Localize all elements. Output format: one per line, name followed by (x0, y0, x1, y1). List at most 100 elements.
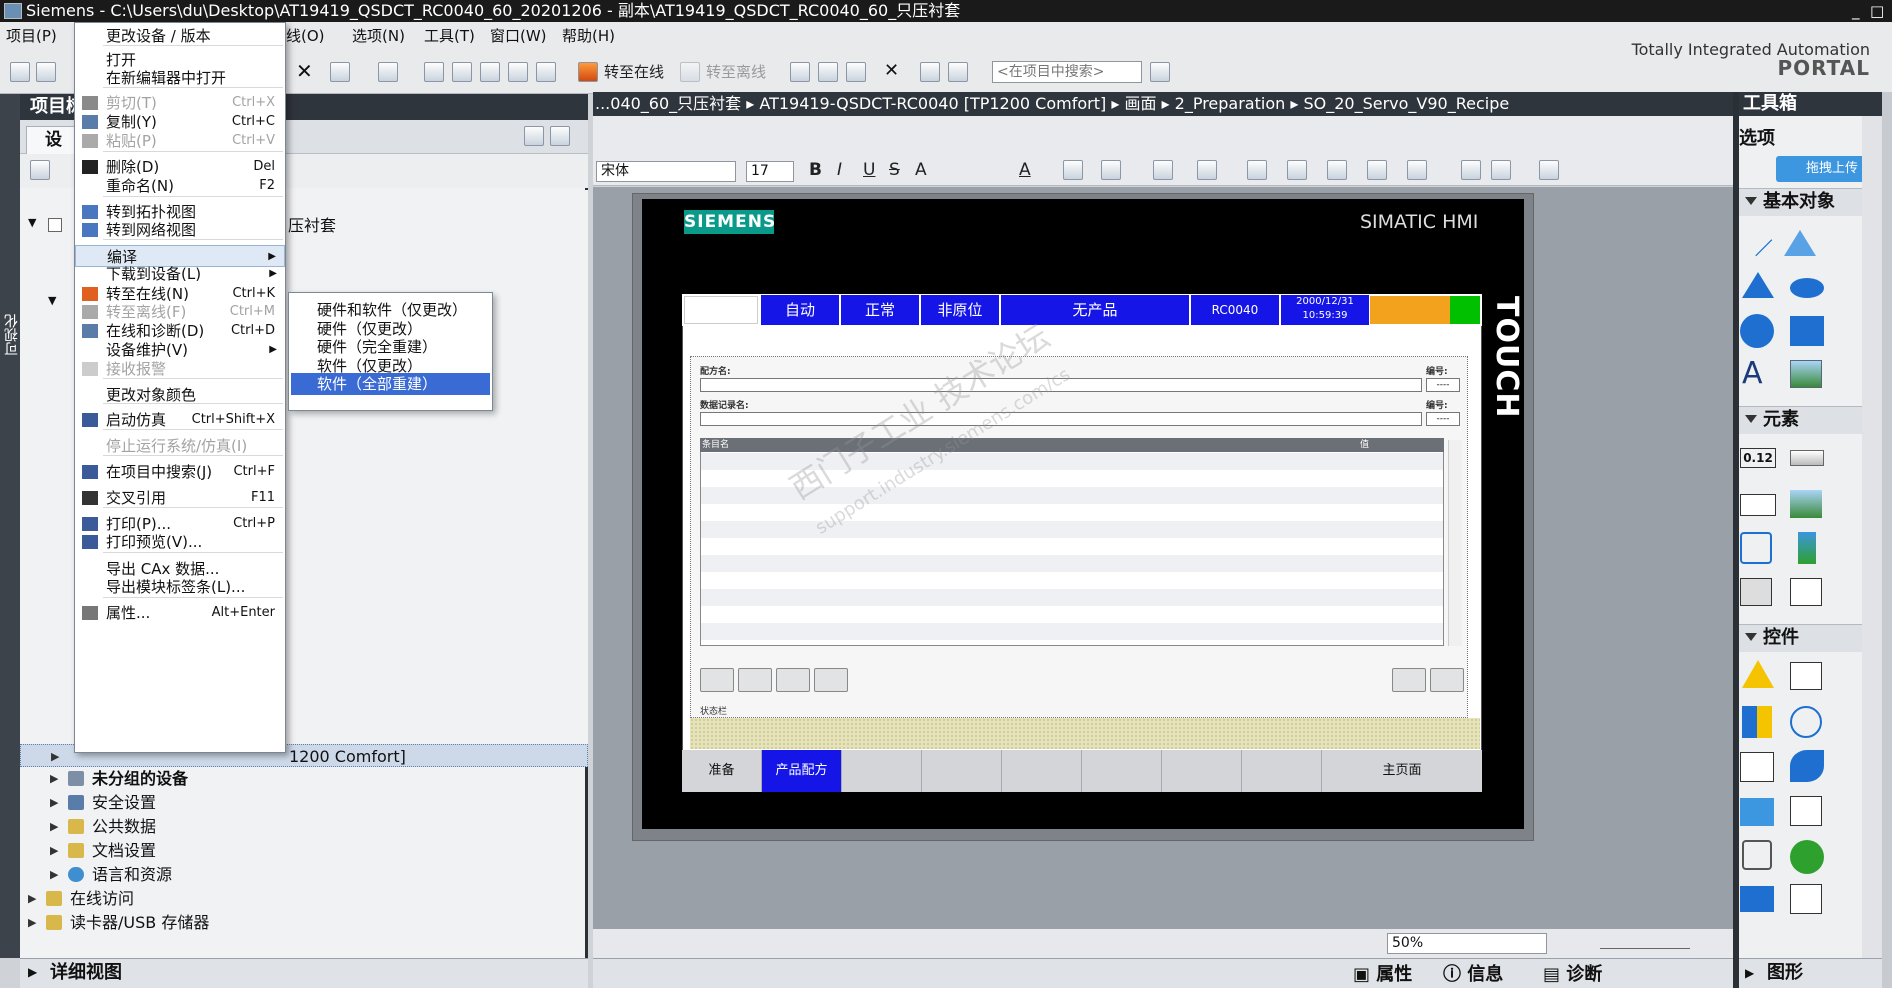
hmi-mode-auto[interactable]: 自动 (760, 294, 840, 326)
nav-preparation[interactable]: 准备 (682, 750, 762, 792)
strikethrough-icon[interactable]: S (889, 160, 900, 180)
project-search-input[interactable]: <在项目中搜索> (992, 61, 1142, 83)
go-online-button[interactable]: 转至在线 (604, 62, 664, 82)
overview-icon[interactable] (524, 126, 544, 146)
recipe-table-row[interactable] (701, 572, 1443, 589)
symbol-library-icon[interactable] (1790, 578, 1822, 606)
expand-arrow-icon[interactable]: ▶ (28, 965, 37, 979)
nav-product-recipe[interactable]: 产品配方 (762, 750, 842, 792)
download-icon[interactable] (452, 62, 472, 82)
recipe-table-row[interactable] (701, 623, 1443, 640)
zoom-select[interactable]: 50% (1387, 933, 1547, 954)
text-color-icon[interactable]: A (1019, 160, 1031, 180)
recipe-from-plc-button[interactable] (1430, 668, 1464, 692)
recipe-new-button[interactable] (700, 668, 734, 692)
bold-icon[interactable]: B (809, 160, 822, 180)
redo-icon[interactable] (378, 62, 398, 82)
media-player-icon[interactable] (1740, 798, 1774, 826)
tree-view-icon[interactable] (30, 160, 50, 180)
tree-item-doc-settings[interactable]: ▶ 文档设置 (20, 839, 588, 862)
recipe-table-row[interactable] (701, 555, 1443, 572)
menu-project[interactable]: 项目(P) (6, 22, 57, 50)
symbolic-io-icon[interactable] (1740, 494, 1776, 516)
menu-item-search-in-project[interactable]: 在项目中搜索(J) Ctrl+F (75, 461, 285, 483)
graphic-io-icon[interactable] (1790, 490, 1822, 518)
go-online-icon[interactable] (578, 62, 598, 82)
date-time-icon[interactable] (1740, 532, 1772, 564)
font-family-select[interactable]: 宋体 (596, 161, 736, 182)
zoom-slider[interactable] (1600, 939, 1690, 949)
recipe-save-button[interactable] (738, 668, 772, 692)
record-number-field[interactable]: ---- (1426, 412, 1460, 426)
fill-color-icon[interactable] (1063, 160, 1083, 180)
visualization-side-tab[interactable]: 可视化 (2, 314, 22, 356)
menu-window[interactable]: 窗口(W) (490, 22, 547, 50)
animation-icon[interactable] (1491, 160, 1511, 180)
alarm-view-icon[interactable] (1742, 660, 1774, 688)
split-horizontal-icon[interactable] (920, 62, 940, 82)
upload-button[interactable]: 拖拽上传 (1776, 156, 1876, 182)
undo-icon[interactable] (330, 62, 350, 82)
recipe-table-row[interactable] (701, 589, 1443, 606)
submenu-item-4[interactable]: 软件（全部重建） (291, 373, 490, 395)
stop-cpu-icon[interactable] (846, 62, 866, 82)
circle-icon[interactable] (1740, 314, 1774, 348)
menu-item-goto-network[interactable]: 转到网络视图 (75, 219, 285, 241)
sysdiag-icon[interactable] (1790, 750, 1824, 782)
menu-item-change-object-color[interactable]: 更改对象颜色 (75, 384, 285, 406)
recipe-number-field[interactable]: ---- (1426, 378, 1460, 392)
switch-icon[interactable] (1740, 578, 1772, 606)
io-field-icon[interactable]: 0.12 (1740, 448, 1776, 468)
layers-icon[interactable] (1461, 160, 1481, 180)
rectangle-icon[interactable] (1790, 316, 1824, 346)
search-go-icon[interactable] (1150, 62, 1170, 82)
user-view-icon[interactable] (1742, 706, 1772, 738)
menu-online[interactable]: 线(O) (286, 22, 325, 50)
simulation-icon[interactable] (536, 62, 556, 82)
distribute-icon[interactable] (1327, 160, 1347, 180)
menu-item-cross-reference[interactable]: 交叉引用 F11 (75, 487, 285, 509)
cross-ref-icon[interactable]: ✕ (884, 62, 904, 82)
line-width-icon[interactable] (1197, 160, 1217, 180)
start-cpu-icon[interactable] (818, 62, 838, 82)
recipe-delete-button[interactable] (776, 668, 810, 692)
menu-item-start-simulation[interactable]: 启动仿真 Ctrl+Shift+X (75, 409, 285, 431)
section-elements[interactable]: 元素 (1739, 406, 1882, 434)
graphic-view-icon[interactable] (1790, 360, 1822, 388)
hmi-status-not-home[interactable]: 非原位 (920, 294, 1000, 326)
expand-arrow-icon[interactable]: ▶ (1745, 966, 1754, 980)
compile-icon[interactable] (424, 62, 444, 82)
tree-item-languages[interactable]: ▶ 语言和资源 (20, 863, 588, 886)
italic-icon[interactable]: I (837, 160, 842, 180)
menu-tools[interactable]: 工具(T) (424, 22, 475, 50)
nav-empty-3[interactable] (1002, 750, 1082, 792)
menu-item-rename[interactable]: 重命名(N) F2 (75, 175, 285, 197)
details-view-toggle[interactable]: 详细视图 (20, 958, 588, 988)
menu-item-change-device[interactable]: 更改设备 / 版本 (75, 25, 285, 47)
section-graphics[interactable]: 图形 (1739, 958, 1892, 988)
tab-diagnostics[interactable]: ▤ 诊断 (1543, 964, 1602, 986)
section-controls[interactable]: 控件 (1739, 624, 1882, 652)
html-browser-icon[interactable] (1790, 706, 1822, 738)
open-project-icon[interactable] (36, 62, 56, 82)
recipe-table-row[interactable] (701, 521, 1443, 538)
bar-icon[interactable] (1798, 532, 1816, 564)
text-icon[interactable]: A (1742, 356, 1763, 391)
nav-empty-2[interactable] (922, 750, 1002, 792)
minimize-button[interactable]: _ (1852, 0, 1860, 22)
rotate-icon[interactable] (1287, 160, 1307, 180)
toolbox-scrollbar[interactable] (1862, 116, 1882, 958)
ellipse-icon[interactable] (1790, 278, 1824, 298)
add-icon[interactable] (550, 126, 570, 146)
toolbox-options[interactable]: 选项 (1739, 124, 1775, 150)
nav-home[interactable]: 主页面 (1322, 750, 1482, 792)
nav-empty-6[interactable] (1242, 750, 1322, 792)
nav-empty-1[interactable] (842, 750, 922, 792)
line-color-icon[interactable] (1101, 160, 1121, 180)
f-x-trend-icon[interactable] (1790, 796, 1822, 826)
menu-item-properties[interactable]: 属性... Alt+Enter (75, 602, 285, 624)
record-name-dropdown[interactable] (700, 412, 1422, 426)
menu-item-export-labels[interactable]: 导出模块标签条(L)... (75, 576, 285, 598)
section-basic-objects[interactable]: 基本对象 (1739, 188, 1882, 216)
recipe-to-plc-button[interactable] (1392, 668, 1426, 692)
